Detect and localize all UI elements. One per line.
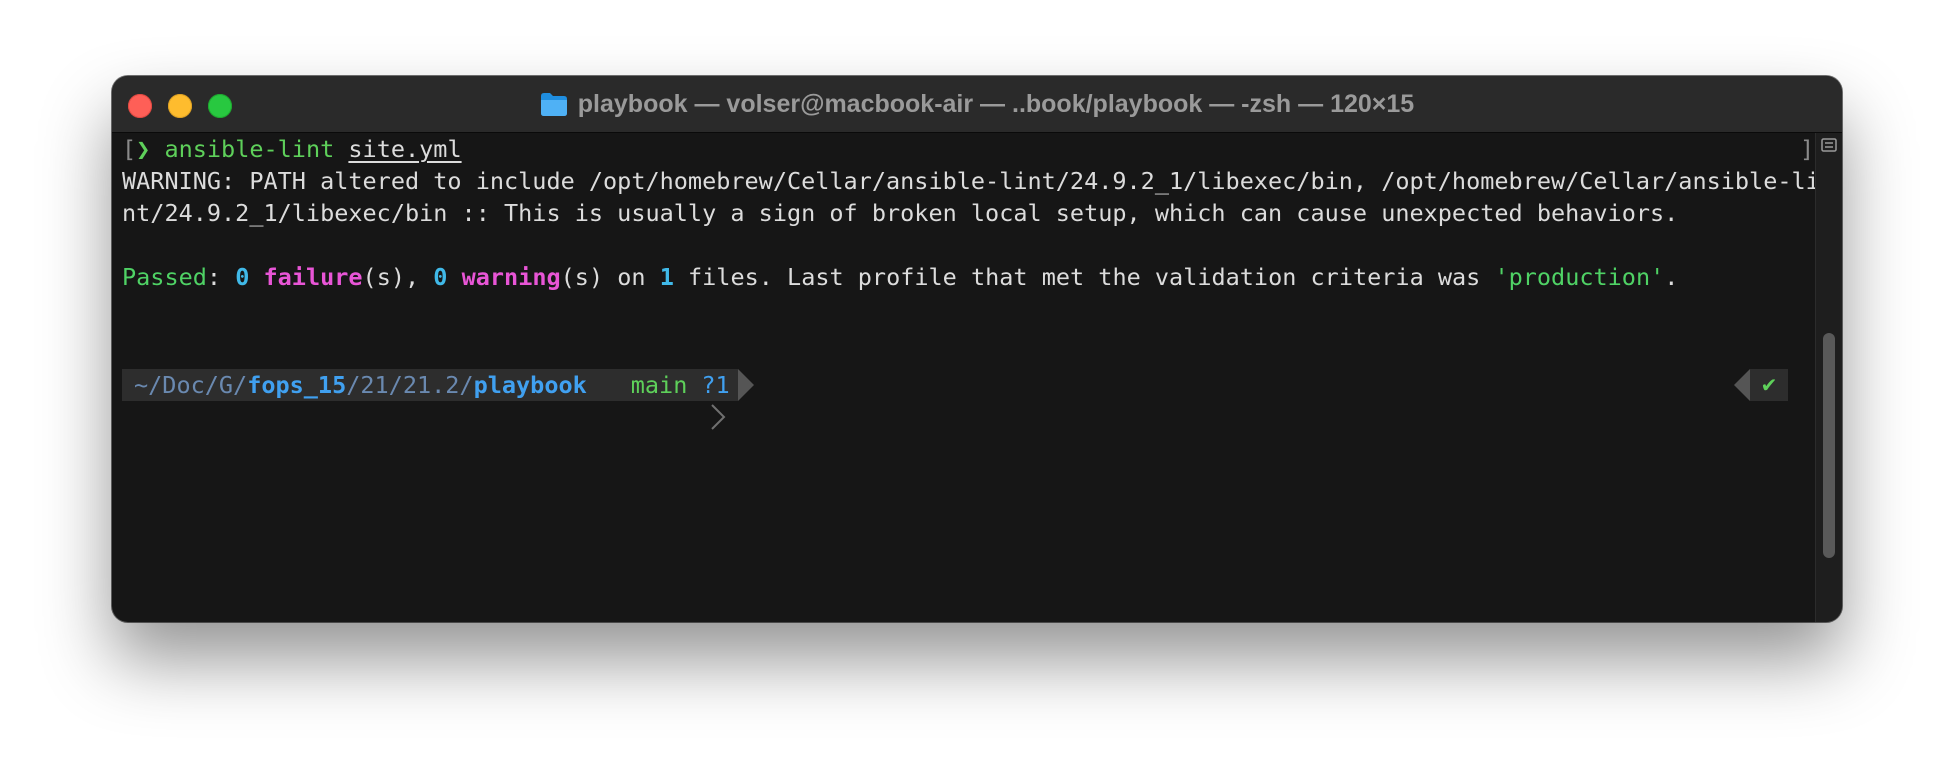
scrollbar[interactable] (1815, 133, 1842, 622)
result-line: Passed: 0 failure(s), 0 warning(s) on 1 … (122, 261, 1678, 293)
files-count: 1 (659, 263, 674, 291)
result-colon: : (206, 263, 236, 291)
git-branch: main (630, 371, 688, 399)
command-argument: site.yml (348, 135, 462, 163)
path-current: playbook (473, 371, 587, 399)
window-title: playbook — volser@macbook-air — ..book/p… (112, 76, 1842, 132)
chevron-right-icon (711, 404, 726, 430)
status-ok-icon: ✔ (1750, 369, 1788, 401)
title-bar[interactable]: playbook — volser@macbook-air — ..book/p… (112, 76, 1842, 133)
files-text: files. Last profile that met the validat… (673, 263, 1495, 291)
git-status: ?1 (701, 371, 730, 399)
scrollbar-thumb[interactable] (1823, 333, 1835, 558)
prompt-char: ❯ (136, 135, 151, 163)
window-title-text: playbook — volser@macbook-air — ..book/p… (577, 89, 1415, 118)
right-prompt-arrow-icon (1734, 369, 1750, 401)
warnings-suffix: (s) on (560, 263, 660, 291)
path-prefix: ~/Doc/G/ (134, 371, 248, 399)
passed-label: Passed (122, 263, 207, 291)
path-middle: /21/21.2/ (346, 371, 474, 399)
right-prompt: ✔ (1734, 369, 1788, 401)
terminal-content[interactable]: [❯ ansible-lint site.yml ] WARNING: PATH… (112, 133, 1820, 622)
command-line: [❯ ansible-lint site.yml (122, 133, 462, 165)
warning-line-2: nt/24.9.2_1/libexec/bin :: This is usual… (122, 199, 1679, 227)
profile-name: 'production' (1494, 263, 1665, 291)
warning-line-1: WARNING: PATH altered to include /opt/ho… (122, 167, 1820, 195)
failures-count: 0 (235, 263, 250, 291)
path-separator (592, 369, 726, 430)
folder-icon (540, 93, 567, 116)
warnings-word: warning (461, 263, 561, 291)
failures-word: failure (263, 263, 363, 291)
warnings-count: 0 (433, 263, 448, 291)
terminal-window: playbook — volser@macbook-air — ..book/p… (112, 76, 1842, 622)
prompt-bar: ~/Doc/G/fops_15/21/21.2/playbook main ?1 (122, 369, 754, 430)
path-highlight: fops_15 (247, 371, 347, 399)
close-bracket: ] (1800, 135, 1815, 163)
prompt-end-arrow-icon (737, 369, 754, 401)
result-end: . (1664, 263, 1679, 291)
command-text: ansible-lint (164, 135, 335, 163)
open-bracket: [ (122, 135, 137, 163)
split-pane-icon[interactable] (1821, 137, 1837, 153)
failures-suffix: (s), (362, 263, 434, 291)
prompt-path: ~/Doc/G/fops_15/21/21.2/playbook (122, 369, 593, 401)
prompt-git: main ?1 (616, 369, 738, 401)
